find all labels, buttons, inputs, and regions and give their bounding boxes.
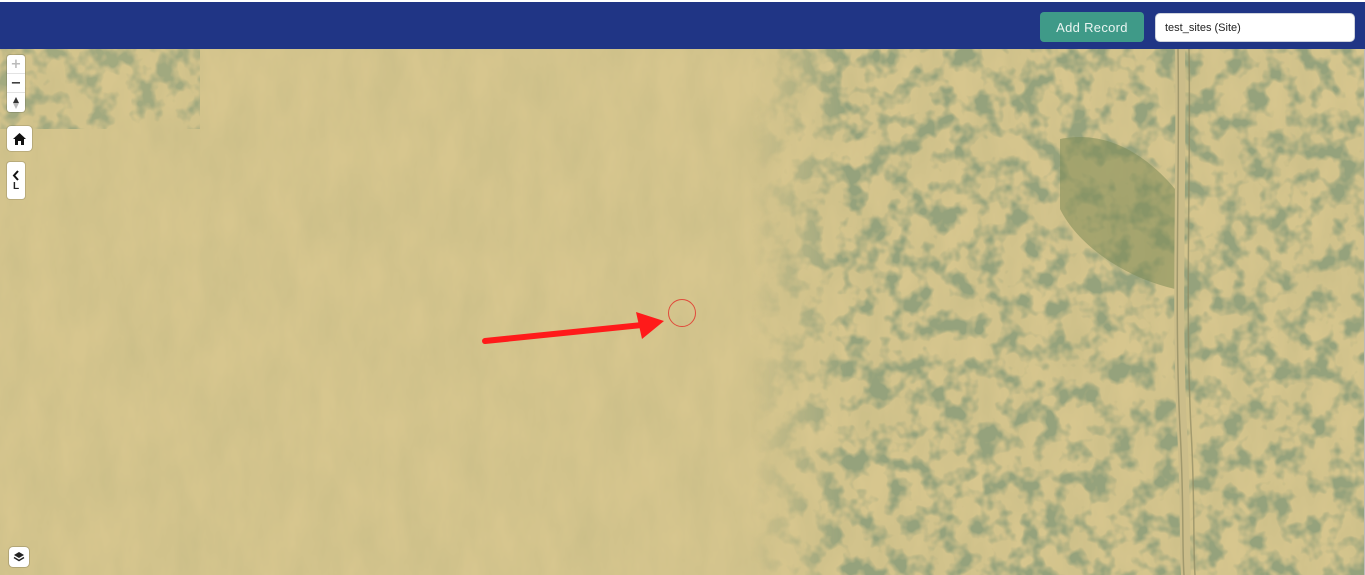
reset-north-button[interactable]	[7, 93, 25, 112]
zoom-in-button[interactable]: +	[7, 55, 25, 74]
layer-select[interactable]: test_sites (Site)	[1155, 13, 1355, 42]
legend-toggle-label: L	[12, 180, 20, 192]
app-root: Add Record test_sites (Site) + − L	[0, 0, 1365, 575]
north-arrow-icon	[13, 96, 19, 109]
home-button[interactable]	[7, 126, 32, 151]
site-marker[interactable]	[668, 299, 696, 327]
add-record-button[interactable]: Add Record	[1040, 12, 1144, 42]
zoom-out-button[interactable]: −	[7, 74, 25, 93]
layers-icon	[13, 552, 25, 562]
zoom-control: + −	[7, 55, 25, 112]
map-view[interactable]: + − L	[0, 49, 1365, 575]
top-toolbar: Add Record test_sites (Site)	[0, 0, 1365, 49]
layers-button[interactable]	[9, 547, 29, 567]
chevron-left-icon	[12, 169, 19, 181]
home-icon	[13, 132, 26, 145]
legend-toggle-button[interactable]: L	[7, 162, 25, 199]
